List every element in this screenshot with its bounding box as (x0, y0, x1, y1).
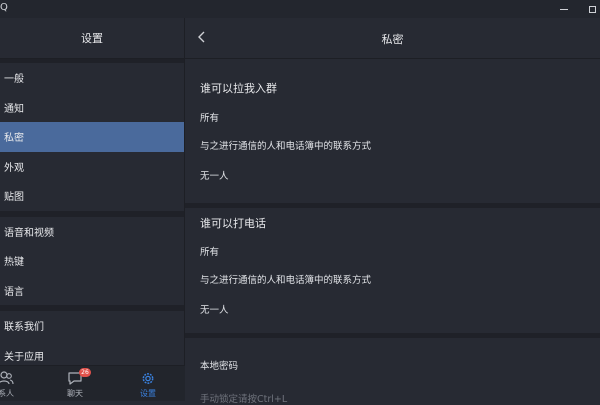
nav-chat-button[interactable]: 26 聊天 (55, 366, 95, 401)
maximize-icon[interactable] (584, 1, 600, 17)
group-invite-option-all[interactable]: 所有 (200, 110, 219, 124)
page-title: 私密 (381, 33, 404, 46)
title-bar: Q (0, 0, 600, 18)
calls-option-all[interactable]: 所有 (200, 244, 219, 258)
nav-settings-button[interactable]: 设置 (128, 366, 168, 401)
sidebar-item-general[interactable]: 一般 (0, 63, 184, 93)
minimize-icon[interactable] (556, 1, 572, 17)
sidebar-item-voice-video[interactable]: 语音和视频 (0, 217, 184, 247)
unread-badge: 26 (79, 368, 91, 377)
group-invite-heading: 谁可以拉我入群 (200, 82, 277, 95)
sidebar-item-notifications[interactable]: 通知 (0, 93, 184, 123)
sidebar-title: 设置 (0, 18, 184, 59)
nav-settings-label: 设置 (140, 389, 156, 398)
nav-contacts-button[interactable]: 系人 (0, 366, 26, 401)
sidebar-item-stickers[interactable]: 贴图 (0, 181, 184, 211)
sidebar-item-privacy[interactable]: 私密 (0, 122, 184, 152)
section-divider (185, 333, 600, 338)
lock-hotkey-hint: 手动锁定请按Ctrl+L (200, 394, 288, 405)
calls-option-nobody[interactable]: 无一人 (200, 302, 229, 316)
group-invite-option-contacts[interactable]: 与之进行通信的人和电话簿中的联系方式 (200, 138, 371, 152)
local-password-item[interactable]: 本地密码 (200, 358, 238, 372)
sidebar-item-language[interactable]: 语言 (0, 276, 184, 306)
group-invite-option-nobody[interactable]: 无一人 (200, 168, 229, 182)
app-logo-icon: Q (0, 2, 8, 13)
settings-gear-icon (142, 373, 154, 384)
nav-chat-label: 聊天 (67, 389, 83, 398)
sidebar-item-contact-us[interactable]: 联系我们 (0, 311, 184, 341)
bottom-nav: 系人 26 聊天 设置 (0, 365, 185, 401)
section-divider (185, 203, 600, 208)
privacy-panel: 私密 谁可以拉我入群 所有 与之进行通信的人和电话簿中的联系方式 无一人 谁可以… (185, 18, 600, 405)
panel-header: 私密 (185, 18, 600, 59)
sidebar-item-hotkeys[interactable]: 热键 (0, 246, 184, 276)
sidebar-item-appearance[interactable]: 外观 (0, 152, 184, 182)
nav-contacts-label: 系人 (0, 389, 14, 398)
calls-heading: 谁可以打电话 (200, 217, 266, 230)
contacts-icon (0, 371, 14, 385)
settings-sidebar: 设置 一般 通知 私密 外观 贴图 语音和视频 热键 语言 联系我们 关于应用 (0, 18, 185, 400)
calls-option-contacts[interactable]: 与之进行通信的人和电话簿中的联系方式 (200, 272, 371, 286)
